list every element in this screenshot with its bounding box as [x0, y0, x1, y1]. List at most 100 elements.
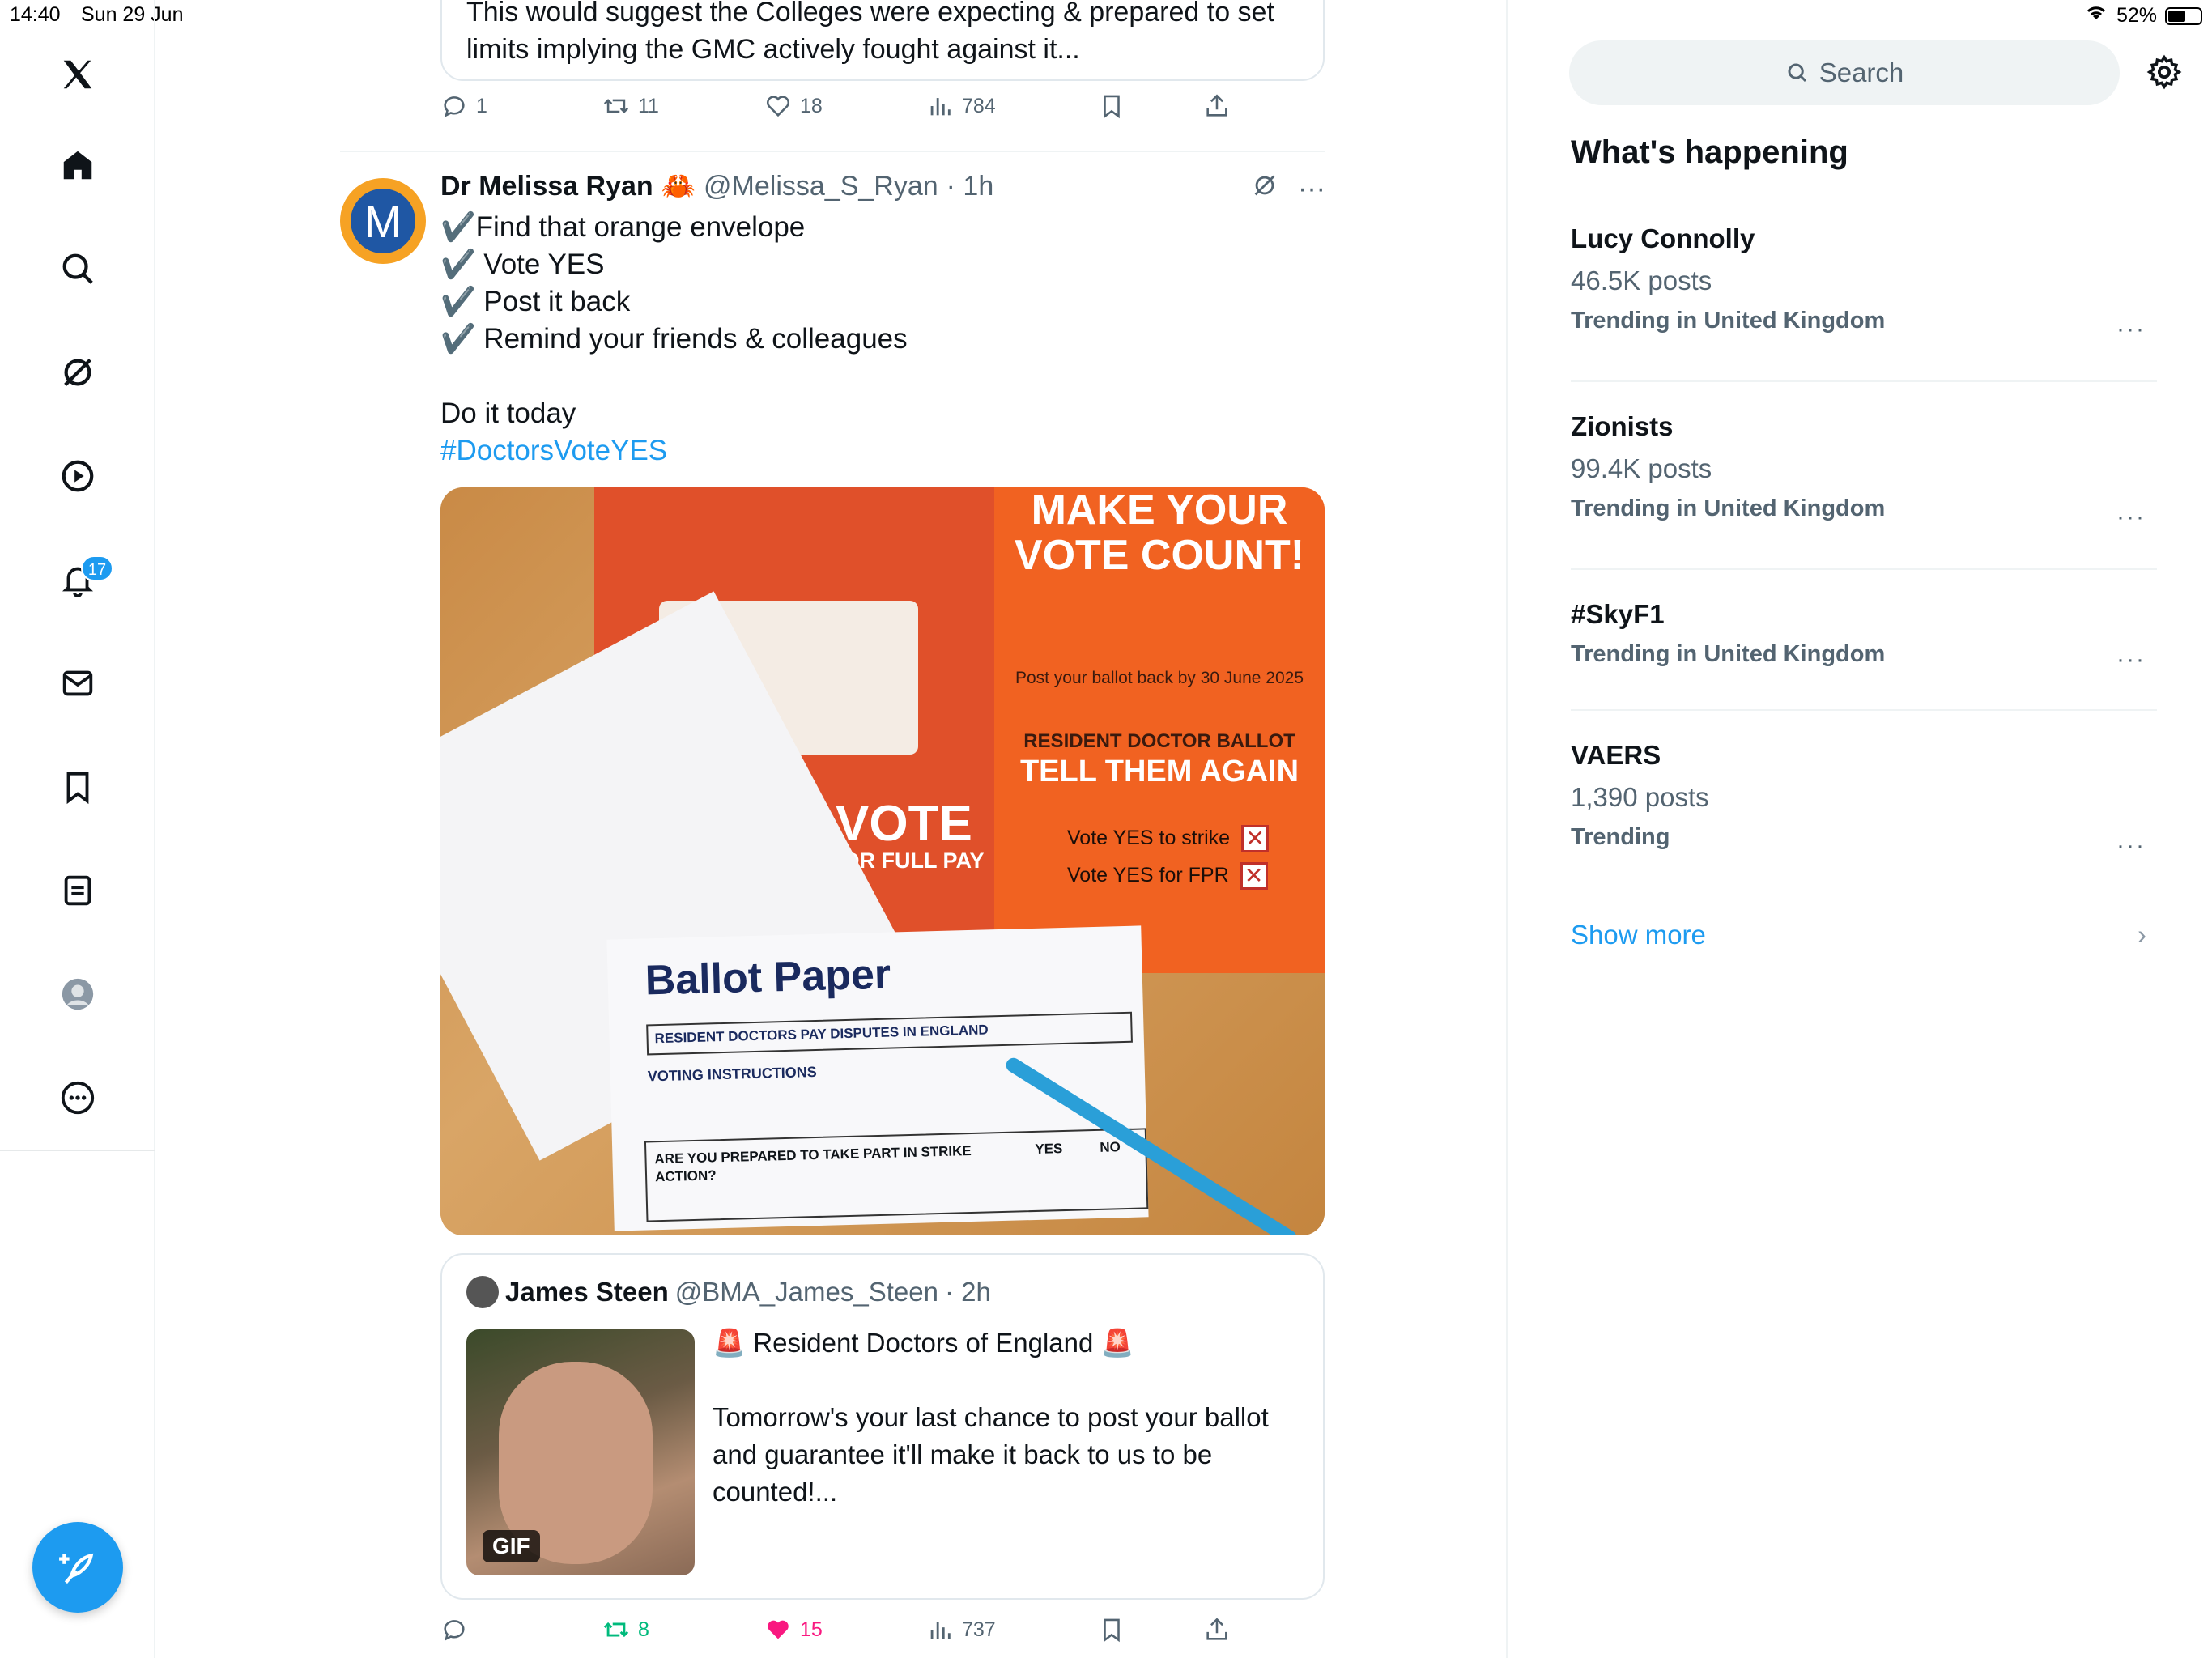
avatar-letter: M — [351, 189, 415, 253]
repost-button[interactable]: 11 — [602, 92, 659, 120]
trend-name: #SkyF1 — [1571, 599, 1665, 629]
x-logo-icon[interactable] — [53, 50, 102, 99]
trend-count: 99.4K posts — [1571, 453, 1712, 483]
tweet-header-actions: ··· — [1251, 172, 1325, 206]
whats-happening-title: What's happening — [1571, 134, 1848, 170]
more-icon[interactable] — [53, 1073, 102, 1122]
views-button[interactable]: 784 — [926, 92, 996, 120]
trend-item[interactable]: VAERS 1,390 posts Trending ··· — [1571, 740, 2157, 859]
ballot-no: NO — [1100, 1139, 1121, 1155]
views-count: 737 — [962, 1618, 996, 1641]
tweet-divider — [340, 151, 1325, 152]
ballot-question-box: ARE YOU PREPARED TO TAKE PART IN STRIKE … — [644, 1128, 1149, 1222]
trend-item[interactable]: Zionists 99.4K posts Trending in United … — [1571, 411, 2157, 530]
grok-tweet-icon[interactable] — [1251, 172, 1278, 206]
profile-avatar-icon[interactable] — [53, 970, 102, 1018]
compose-post-button[interactable] — [32, 1522, 123, 1613]
trend-name: Zionists — [1571, 411, 1674, 441]
previous-tweet-card[interactable]: This would suggest the Colleges were exp… — [440, 0, 1325, 81]
prev-tweet-actions: 1 11 18 784 — [440, 92, 1325, 133]
repost-count: 8 — [638, 1618, 649, 1641]
bookmark-button[interactable] — [1098, 92, 1125, 120]
quoted-gif: GIF — [466, 1329, 695, 1575]
chevron-right-icon[interactable]: › — [2138, 920, 2146, 950]
grok-icon[interactable] — [53, 348, 102, 397]
notifications-badge: 17 — [81, 555, 113, 581]
tweet-actions: 8 15 737 — [440, 1616, 1325, 1656]
search-placeholder: Search — [1819, 57, 1904, 87]
leaflet-post-by: Post your ballot back by 30 June 2025 — [1015, 669, 1304, 687]
share-icon — [1206, 1618, 1227, 1640]
trend-divider — [1571, 380, 2157, 382]
app-root: 14:40 Sun 29 Jun 52% 17 This would sugge… — [0, 0, 2212, 1658]
views-icon — [930, 98, 951, 116]
bookmark-button[interactable] — [1098, 1616, 1125, 1643]
trend-divider — [1571, 709, 2157, 711]
trend-count: 1,390 posts — [1571, 782, 1709, 812]
prev-tweet-line1: This would suggest the Colleges were exp… — [466, 0, 1274, 28]
tweet-time[interactable]: · 1h — [946, 171, 994, 202]
author-handle[interactable]: @Melissa_S_Ryan — [704, 171, 938, 202]
quoted-tweet-text: 🚨 Resident Doctors of England 🚨 Tomorrow… — [713, 1328, 1269, 1507]
battery-icon — [2165, 6, 2202, 25]
cross-box-icon: ✕ — [1240, 862, 1268, 891]
share-button[interactable] — [1203, 92, 1231, 120]
leaflet-options: Vote YES to strike ✕ Vote YES for FPR ✕ — [1067, 819, 1270, 894]
share-button[interactable] — [1203, 1616, 1231, 1643]
search-icon[interactable] — [53, 244, 102, 293]
bookmarks-icon[interactable] — [53, 763, 102, 811]
trend-more-icon[interactable]: ··· — [2116, 646, 2146, 674]
quoted-tweet-header: James Steen @BMA_James_Steen · 2h — [466, 1276, 991, 1308]
repost-icon — [603, 1622, 629, 1638]
search-input[interactable]: Search — [1569, 40, 2120, 105]
views-button[interactable]: 737 — [926, 1616, 996, 1643]
reply-button[interactable]: 1 — [440, 92, 487, 120]
quoted-tweet[interactable]: James Steen @BMA_James_Steen · 2h GIF 🚨 … — [440, 1253, 1325, 1600]
trend-name: Lucy Connolly — [1571, 223, 1755, 253]
ballot-paper: Ballot Paper RESIDENT DOCTORS PAY DISPUT… — [606, 925, 1149, 1231]
quoted-author-name: James Steen — [505, 1277, 669, 1307]
status-indicators: 52% — [2084, 3, 2202, 28]
trend-location: Trending in United Kingdom — [1571, 641, 1886, 667]
trend-more-icon[interactable]: ··· — [2116, 316, 2146, 343]
trend-location: Trending — [1571, 824, 1670, 850]
feather-icon — [59, 1553, 94, 1584]
like-button[interactable]: 15 — [764, 1616, 823, 1643]
hashtag-link[interactable]: #DoctorsVoteYES — [440, 432, 908, 470]
leaflet-subtitle: RESIDENT DOCTOR BALLOT — [1023, 730, 1295, 752]
bookmark-icon — [1104, 1618, 1120, 1643]
quoted-author-handle: @BMA_James_Steen — [674, 1277, 938, 1307]
reply-button[interactable] — [440, 1616, 468, 1643]
author-name[interactable]: Dr Melissa Ryan — [440, 171, 653, 202]
views-icon — [930, 1622, 951, 1639]
trend-more-icon[interactable]: ··· — [2116, 504, 2146, 531]
share-icon — [1206, 94, 1227, 117]
heart-filled-icon — [768, 1620, 789, 1639]
trend-more-icon[interactable]: ··· — [2116, 832, 2146, 860]
nav-divider — [0, 1150, 155, 1151]
video-icon[interactable] — [53, 452, 102, 500]
show-more-link[interactable]: Show more — [1571, 920, 1706, 950]
reply-icon — [444, 1620, 465, 1641]
gif-badge: GIF — [483, 1530, 540, 1562]
messages-icon[interactable] — [53, 659, 102, 708]
ballot-yes: YES — [1035, 1141, 1063, 1157]
trend-location: Trending in United Kingdom — [1571, 308, 1886, 334]
trend-count: 46.5K posts — [1571, 266, 1712, 295]
more-options-icon[interactable]: ··· — [1298, 173, 1325, 205]
tweet-line: ✔️Find that orange envelope — [440, 211, 806, 243]
tweet-line — [440, 358, 908, 395]
trend-item[interactable]: Lucy Connolly 46.5K posts Trending in Un… — [1571, 223, 2157, 342]
author-avatar[interactable]: M — [340, 178, 426, 264]
like-button[interactable]: 18 — [764, 92, 823, 120]
leaflet-title: MAKE YOUR VOTE COUNT! — [1014, 487, 1305, 579]
tweet-line: ✔️ Remind your friends & colleagues — [440, 323, 908, 355]
repost-button[interactable]: 8 — [602, 1616, 649, 1643]
trend-item[interactable]: #SkyF1 Trending in United Kingdom ··· — [1571, 599, 2157, 673]
lists-icon[interactable] — [53, 866, 102, 915]
home-icon[interactable] — [53, 141, 102, 189]
tweet-photo[interactable]: VOTE FOR FULL PAY MAKE YOUR VOTE COUNT! … — [440, 487, 1325, 1235]
cross-box-icon: ✕ — [1241, 825, 1270, 853]
tweet-body: ✔️Find that orange envelope ✔️ Vote YES … — [440, 209, 908, 470]
settings-gear-icon[interactable] — [2146, 53, 2183, 91]
